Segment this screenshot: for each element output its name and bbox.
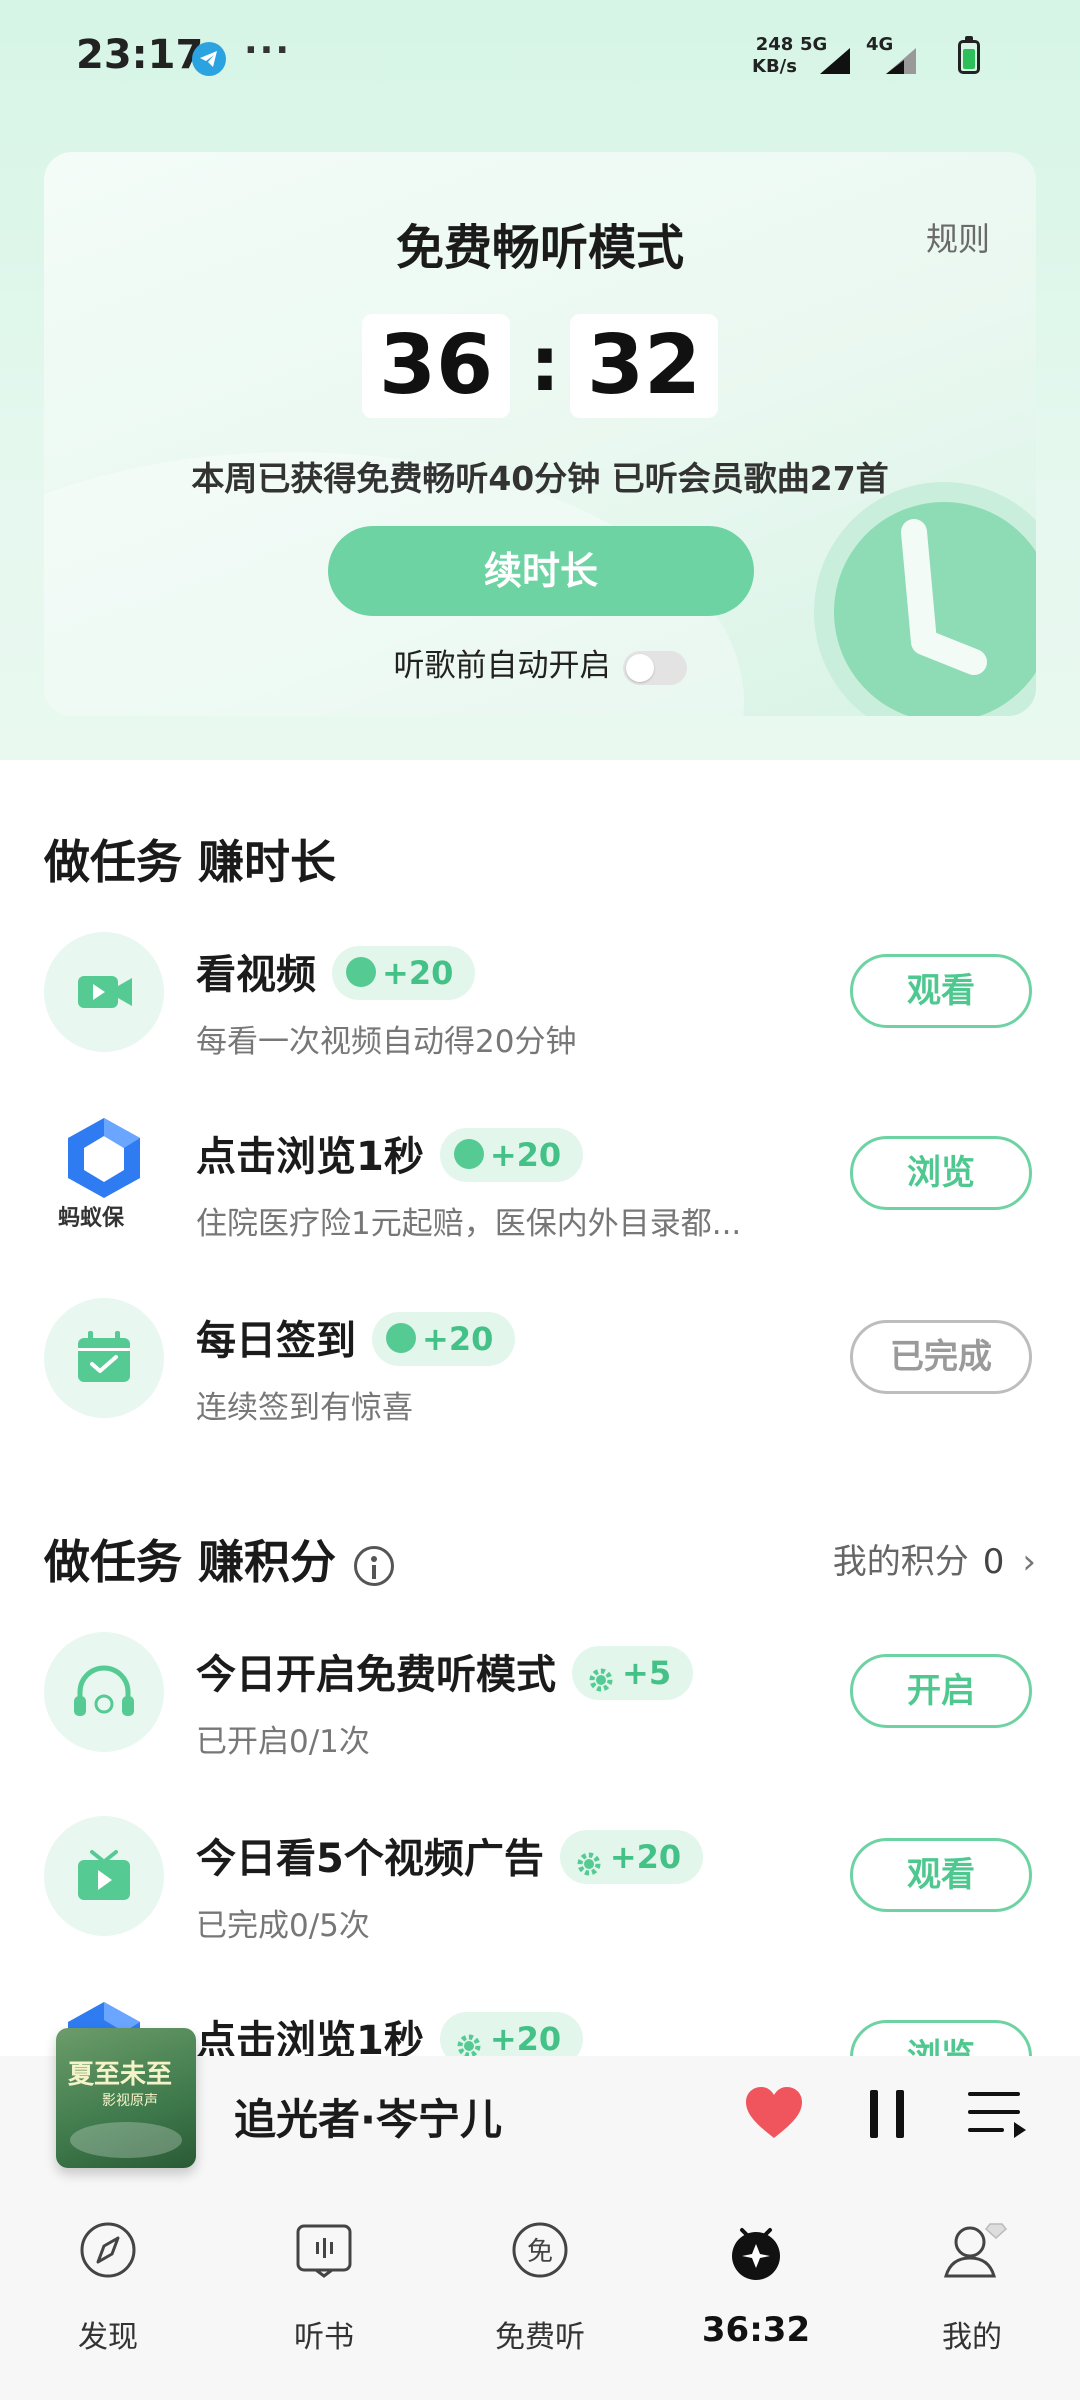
nav-label: 免费听 [495,2320,585,2355]
auto-start-label: 听歌前自动开启 [393,648,611,684]
task-desc: 住院医疗险1元起赔，医保内外目录都... [196,1206,742,1242]
nav-free-timer[interactable]: 36:32 [648,2200,864,2400]
free-timer-icon [732,2228,780,2280]
weekly-summary: 本周已获得免费畅听40分钟 已听会员歌曲27首 [191,459,889,498]
clock-badge-icon [453,1139,484,1169]
net-speed-value: 248 [755,34,794,55]
points-tasks-title-text: 做任务 赚积分 [44,1535,337,1589]
reward-value: +5 [622,1654,672,1692]
task-title: 看视频 +20 [196,942,476,1004]
task-title: 每日签到 +20 [196,1308,516,1370]
task-desc: 连续签到有惊喜 [196,1390,413,1426]
bottom-nav: 发现 听书 免 免费听 36:32 我的 [0,2200,1080,2400]
task-title-text: 点击浏览1秒 [196,1134,424,1180]
nav-free-listen[interactable]: 免 免费听 [432,2200,648,2400]
watch-ads-button[interactable]: 观看 [850,1838,1032,1912]
tv-play-icon [44,1816,164,1936]
task-title-text: 每日签到 [196,1318,356,1364]
enable-button[interactable]: 开启 [850,1654,1032,1728]
clock-badge-icon [346,957,376,987]
watch-button[interactable]: 观看 [850,954,1032,1028]
now-playing-title[interactable]: 追光者·岑宁儿 [234,2086,502,2147]
timer-seconds: 32 [570,314,718,418]
profile-icon [944,2223,1008,2278]
nav-discover[interactable]: 发现 [0,2200,216,2400]
status-bar: 23:17 ··· 248 KB/s 5G 4G [0,0,1080,120]
reward-value: +20 [382,954,454,992]
time-tasks-title: 做任务 赚时长 [44,835,337,889]
compass-icon [80,2222,136,2278]
browse-button[interactable]: 浏览 [850,1136,1032,1210]
task-row-watch-ads: 今日看5个视频广告 +20 已完成0/5次 观看 [0,1816,1080,1946]
net-speed: 248 KB/s [752,34,797,78]
reward-badge: +5 [572,1646,694,1700]
calendar-check-icon [44,1298,164,1418]
more-notifications-icon: ··· [244,30,292,71]
task-title-text: 今日看5个视频广告 [196,1836,544,1882]
nav-audiobooks[interactable]: 听书 [216,2200,432,2400]
task-title: 今日看5个视频广告 +20 [196,1826,704,1888]
ant-insurance-logo: 蚂蚁保 [44,1114,164,1234]
free-mode-title: 免费畅听模式 [395,220,684,276]
free-listen-icon: 免 [512,2222,568,2278]
reward-value: +20 [609,1838,682,1876]
task-desc: 已完成0/5次 [196,1908,370,1944]
video-camera-icon [44,932,164,1052]
rules-link[interactable]: 规则 [926,214,990,260]
pause-icon[interactable] [866,2088,910,2140]
playlist-icon[interactable] [966,2088,1028,2140]
timer-minutes: 36 [362,314,510,418]
my-points-label: 我的积分 [832,1542,969,1582]
nav-label: 我的 [942,2320,1002,2355]
auto-start-row: 听歌前自动开启 [44,640,1036,685]
task-row-watch-video: 看视频 +20 每看一次视频自动得20分钟 观看 [0,932,1080,1062]
telegram-icon [192,42,226,76]
points-gear-icon [586,1657,616,1692]
my-points-link[interactable]: 我的积分 0 › [833,1534,1036,1583]
reward-badge: +20 [439,1128,584,1182]
reward-badge: +20 [372,1312,516,1366]
nav-profile[interactable]: 我的 [864,2200,1080,2400]
task-row-enable-free-mode: 今日开启免费听模式 +5 已开启0/1次 开启 [0,1632,1080,1762]
task-row-checkin: 每日签到 +20 连续签到有惊喜 已完成 [0,1298,1080,1428]
nav-label: 36:32 [701,2310,811,2350]
task-title: 今日开启免费听模式 +5 [196,1642,694,1704]
signal-icon-2 [886,48,916,74]
task-title-text: 看视频 [196,952,316,998]
reward-value: +20 [489,2020,562,2058]
task-desc: 每看一次视频自动得20分钟 [196,1024,577,1060]
signal-icon [820,48,850,74]
battery-icon [958,36,980,74]
reward-value: +20 [489,1136,562,1174]
free-mode-card: 免费畅听模式 规则 36 : 32 本周已获得免费畅听40分钟 已听会员歌曲27… [44,152,1036,716]
heart-icon[interactable] [744,2086,804,2140]
reward-value: +20 [422,1320,494,1358]
points-gear-icon [574,1841,604,1876]
headphones-icon [44,1632,164,1752]
task-row-browse: 蚂蚁保 点击浏览1秒 +20 住院医疗险1元起赔，医保内外目录都... 浏览 [0,1114,1080,1244]
reward-badge: +20 [559,1830,704,1884]
auto-start-toggle[interactable] [622,650,687,685]
my-points-value: 0 [982,1542,1005,1582]
album-cover[interactable]: 夏至未至 影视原声 [56,2028,196,2168]
info-icon[interactable] [354,1545,395,1586]
points-tasks-title: 做任务 赚积分 [44,1526,395,1592]
task-title-text: 今日开启免费听模式 [196,1652,556,1698]
nav-label: 听书 [294,2320,354,2355]
timer-separator: : [529,319,561,408]
clock-badge-icon [386,1323,416,1353]
book-audio-icon [296,2224,352,2278]
points-gear-icon [454,2023,484,2058]
renew-duration-button[interactable]: 续时长 [328,526,754,616]
ant-logo-text: 蚂蚁保 [58,1206,125,1231]
task-desc: 已开启0/1次 [196,1724,370,1760]
svg-text:免: 免 [527,2237,553,2267]
task-title: 点击浏览1秒 +20 [196,1124,584,1186]
chevron-right-icon: › [1022,1542,1036,1582]
nav-label: 发现 [78,2320,138,2355]
status-time: 23:17 [76,32,204,78]
net-speed-unit: KB/s [752,56,797,77]
reward-badge: +20 [332,946,476,1000]
checkin-done-button[interactable]: 已完成 [850,1320,1032,1394]
